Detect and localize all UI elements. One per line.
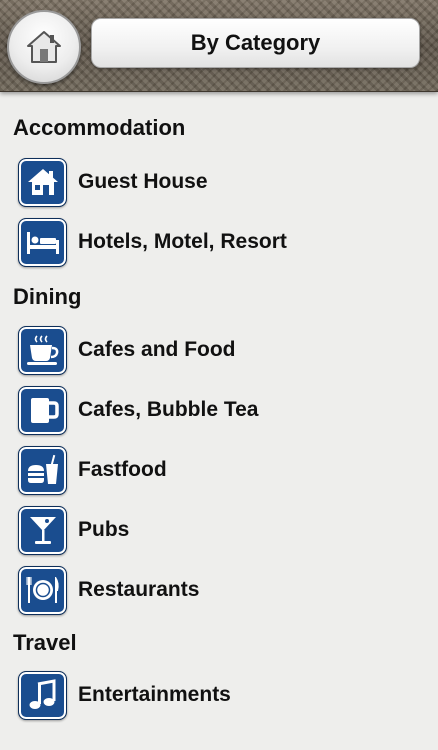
list-item-label: Entertainments	[78, 683, 231, 706]
list-item-cafes-and-food[interactable]: Cafes and Food	[18, 325, 428, 375]
cocktail-icon	[18, 505, 67, 555]
section-title-travel: Travel	[13, 630, 77, 655]
list-item-label: Guest House	[78, 170, 208, 193]
home-icon	[27, 31, 61, 63]
list-item-label: Cafes and Food	[78, 338, 236, 361]
home-button[interactable]	[7, 10, 81, 84]
list-item-guest-house[interactable]: Guest House	[18, 157, 428, 207]
list-item-restaurants[interactable]: Restaurants	[18, 565, 428, 615]
section-title-dining: Dining	[13, 284, 82, 309]
coffee-cup-icon	[18, 325, 67, 375]
section-title-accommodation: Accommodation	[13, 115, 186, 140]
list-item-entertainments[interactable]: Entertainments	[18, 670, 428, 720]
list-item-fastfood[interactable]: Fastfood	[18, 445, 428, 495]
list-item-pubs[interactable]: Pubs	[18, 505, 428, 555]
music-note-icon	[18, 670, 67, 720]
list-item-hotels[interactable]: Hotels, Motel, Resort	[18, 217, 428, 267]
house-icon	[18, 157, 67, 207]
list-item-label: Restaurants	[78, 578, 200, 601]
list-item-label: Hotels, Motel, Resort	[78, 230, 287, 253]
list-item-label: Fastfood	[78, 458, 167, 481]
list-item-label: Cafes, Bubble Tea	[78, 398, 259, 421]
list-item-label: Pubs	[78, 518, 130, 541]
fastfood-icon	[18, 445, 67, 495]
header-bar: By Category	[0, 0, 438, 92]
plate-cutlery-icon	[18, 565, 67, 615]
list-item-cafes-bubble-tea[interactable]: Cafes, Bubble Tea	[18, 385, 428, 435]
page-title: By Category	[91, 18, 420, 68]
mug-icon	[18, 385, 67, 435]
bed-icon	[18, 217, 67, 267]
